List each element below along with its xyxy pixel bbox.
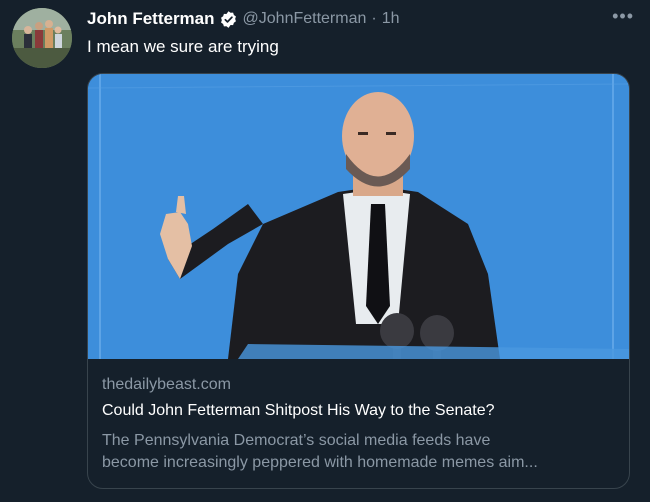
tweet-timestamp[interactable]: 1h xyxy=(382,10,400,28)
verified-badge-icon xyxy=(219,10,238,29)
card-description-line-2: become increasingly peppered with homema… xyxy=(102,454,538,471)
card-description: The Pennsylvania Democrat’s social media… xyxy=(102,430,615,474)
more-horizontal-icon[interactable]: ••• xyxy=(612,6,634,27)
tweet: John Fetterman @JohnFetterman · 1h ••• I… xyxy=(0,0,650,502)
tweet-header: John Fetterman @JohnFetterman · 1h ••• xyxy=(87,6,634,30)
author-name[interactable]: John Fetterman xyxy=(87,9,215,29)
author-handle[interactable]: @JohnFetterman xyxy=(243,10,367,28)
avatar[interactable] xyxy=(12,8,72,68)
separator-dot: · xyxy=(371,10,377,27)
card-meta: thedailybeast.com Could John Fetterman S… xyxy=(102,376,615,474)
man-in-suit-at-podium-icon xyxy=(88,74,629,359)
card-description-line-1: The Pennsylvania Democrat’s social media… xyxy=(102,432,491,449)
tweet-text: I mean we sure are trying xyxy=(87,37,279,56)
link-card[interactable]: thedailybeast.com Could John Fetterman S… xyxy=(87,73,630,489)
card-domain: thedailybeast.com xyxy=(102,376,231,393)
card-title: Could John Fetterman Shitpost His Way to… xyxy=(102,402,495,419)
card-image[interactable] xyxy=(88,74,629,359)
avatar-photo-icon xyxy=(12,8,72,68)
